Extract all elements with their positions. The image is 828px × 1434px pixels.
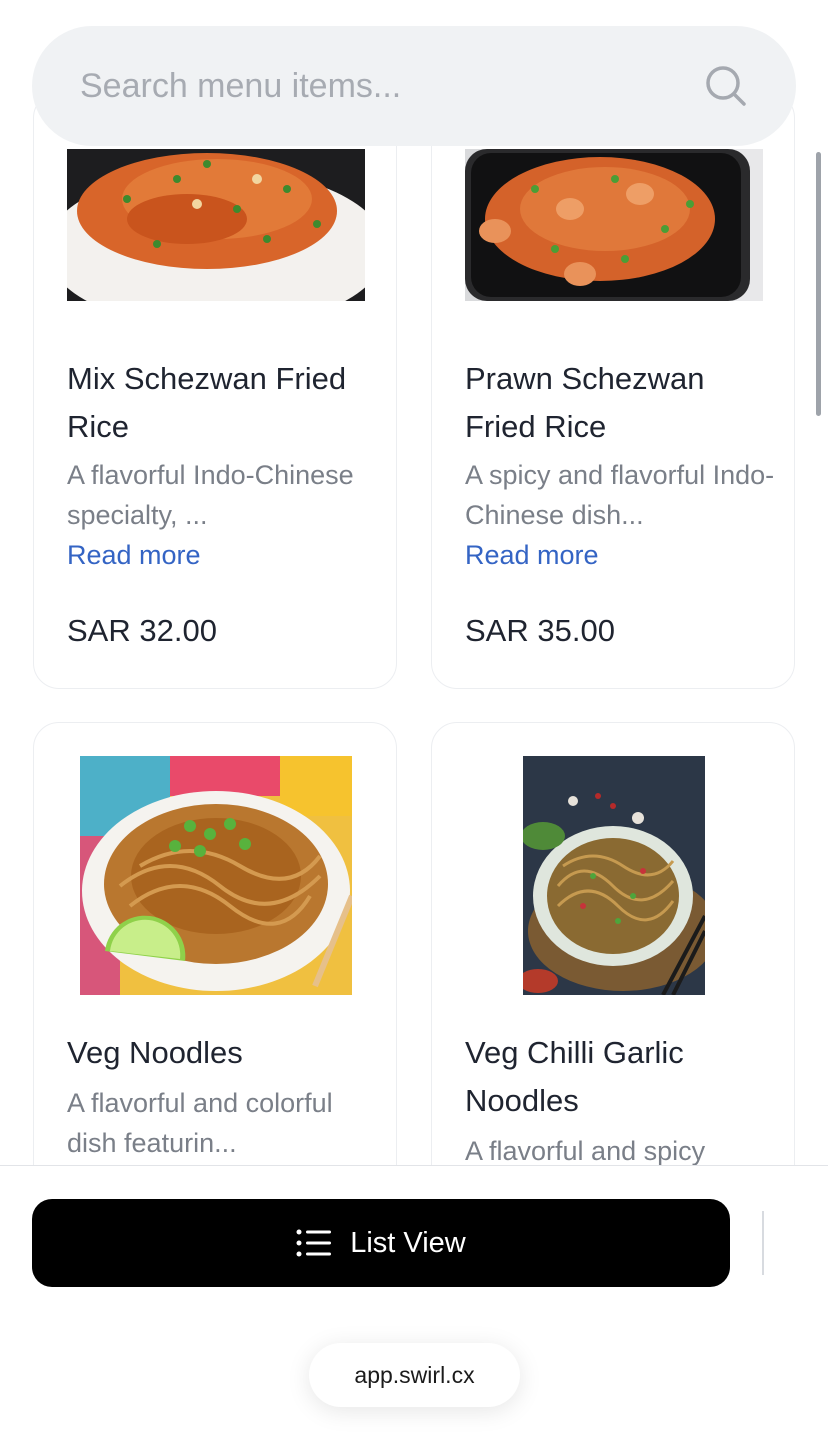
read-more-link[interactable]: Read more bbox=[67, 535, 201, 575]
list-icon bbox=[296, 1229, 332, 1257]
url-pill[interactable]: app.swirl.cx bbox=[309, 1343, 520, 1407]
scrollbar-thumb[interactable] bbox=[816, 152, 821, 416]
item-description: A flavorful and colorful dish featurin..… bbox=[67, 1088, 333, 1158]
fried-rice-image bbox=[67, 149, 365, 301]
menu-grid: Mix Schezwan Fried Rice A flavorful Indo… bbox=[0, 0, 828, 1166]
search-input[interactable] bbox=[80, 56, 680, 116]
item-price: SAR 32.00 bbox=[67, 613, 217, 648]
menu-item-card[interactable]: Mix Schezwan Fried Rice A flavorful Indo… bbox=[33, 92, 397, 689]
item-description: A flavorful Indo-Chinese specialty, ... bbox=[67, 460, 354, 530]
item-description: A flavorful and spicy bbox=[465, 1136, 706, 1166]
list-view-label: List View bbox=[350, 1226, 466, 1259]
item-name: Mix Schezwan Fried Rice bbox=[67, 361, 347, 444]
noodles-image bbox=[80, 756, 352, 995]
menu-item-card[interactable]: Veg Noodles A flavorful and colorful dis… bbox=[33, 722, 397, 1166]
read-more-link[interactable]: Read more bbox=[465, 535, 599, 575]
item-name: Veg Noodles bbox=[67, 1035, 243, 1070]
prawn-fried-rice-image bbox=[465, 149, 763, 301]
divider bbox=[762, 1211, 764, 1275]
menu-item-card[interactable]: Prawn Schezwan Fried Rice A spicy and fl… bbox=[431, 92, 795, 689]
search-icon[interactable] bbox=[702, 62, 750, 110]
item-price: SAR 35.00 bbox=[465, 613, 615, 648]
menu-item-card[interactable]: Veg Chilli Garlic Noodles A flavorful an… bbox=[431, 722, 795, 1166]
list-view-button[interactable]: List View bbox=[32, 1199, 730, 1287]
bottom-bar: List View app.swirl.cx bbox=[0, 1165, 828, 1434]
chilli-garlic-noodles-image bbox=[523, 756, 705, 995]
item-name: Prawn Schezwan Fried Rice bbox=[465, 361, 705, 444]
item-name: Veg Chilli Garlic Noodles bbox=[465, 1035, 684, 1118]
item-description: A spicy and flavorful Indo-Chinese dish.… bbox=[465, 460, 775, 530]
search-bar[interactable] bbox=[32, 26, 796, 146]
